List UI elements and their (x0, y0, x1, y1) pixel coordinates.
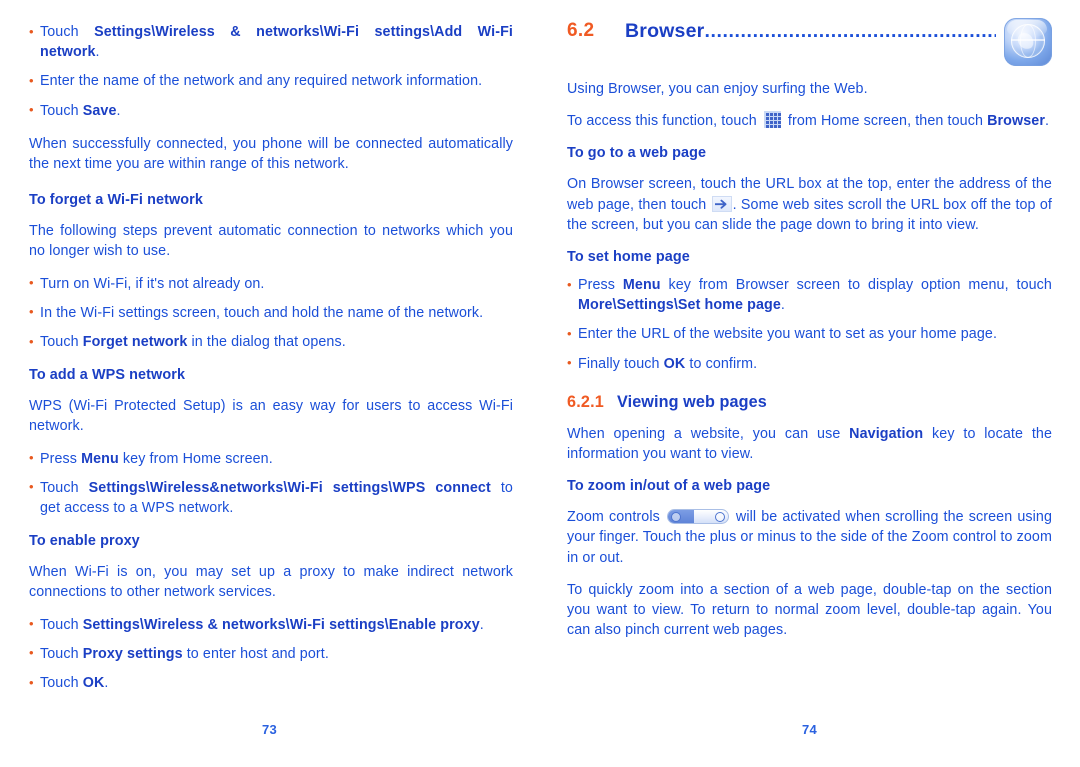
paragraph-goto: On Browser screen, touch the URL box at … (567, 174, 1052, 235)
subsection-heading-viewing-web-pages: 6.2.1 Viewing web pages (567, 393, 1052, 412)
list-item: Touch Save. (29, 100, 513, 121)
paragraph-access: To access this function, touch from Home… (567, 111, 1052, 131)
bullet-tail: to enter host and port. (182, 645, 329, 662)
bullet-bold: Menu (622, 277, 661, 294)
zoom-control-slider-icon[interactable] (666, 509, 729, 525)
bullet-text: Touch (40, 675, 83, 692)
bullet-tail: in the dialog that opens. (187, 334, 346, 351)
bullet-text: Touch (40, 616, 83, 633)
browser-globe-icon (1004, 18, 1052, 66)
section-title: Browser (625, 20, 705, 42)
bullet-bold: OK (82, 675, 105, 692)
bullet-bold: Proxy settings (82, 645, 183, 662)
zoom-in-icon[interactable] (714, 512, 725, 523)
bullet-mid: key from Browser screen to display optio… (660, 277, 1052, 294)
right-column-content: 6.2 Browser ............................… (567, 18, 1052, 640)
access-text-mid: from Home screen, then touch (783, 113, 988, 130)
list-item: In the Wi-Fi settings screen, touch and … (29, 302, 513, 323)
list-item: Enter the URL of the website you want to… (567, 324, 1052, 344)
section-icon-wrap (996, 18, 1052, 66)
paragraph-forget: The following steps prevent automatic co… (29, 223, 513, 260)
access-bold: Browser (987, 113, 1045, 130)
list-item: Touch OK. (29, 673, 513, 693)
bullet-text: Touch (40, 645, 83, 662)
heading-enable-proxy: To enable proxy (29, 533, 140, 550)
go-arrow-icon (711, 195, 732, 212)
bullet-tail: . (95, 44, 100, 61)
list-item: Press Menu key from Browser screen to di… (567, 275, 1052, 315)
paragraph-zoom-2: To quickly zoom into a section of a web … (567, 581, 1052, 639)
page-left: Touch Settings\Wireless & networks\Wi-Fi… (0, 0, 540, 767)
bullet-text: Press (578, 277, 623, 294)
bullet-bold: Menu (81, 450, 119, 467)
heading-add-wps: To add a WPS network (29, 367, 186, 384)
bullet-text: Touch (40, 479, 89, 496)
bullet-bold: Forget network (82, 334, 188, 351)
list-item: Touch Forget network in the dialog that … (29, 332, 513, 352)
bullet-tail: . (479, 616, 484, 633)
bullet-bold: Save (82, 102, 117, 119)
list-item: Turn on Wi-Fi, if it's not already on. (29, 273, 513, 294)
heading-forget-wifi: To forget a Wi-Fi network (29, 192, 203, 209)
bullet-tail: . (116, 102, 121, 119)
list-item: Press Menu key from Home screen. (29, 448, 513, 469)
viewing-bold: Navigation (849, 425, 924, 442)
bullet-text: Turn on Wi-Fi, if it's not already on. (40, 275, 265, 292)
paragraph-viewing: When opening a website, you can use Navi… (567, 424, 1052, 464)
bullet-text: Touch (40, 102, 83, 119)
bullet-tail: to confirm. (685, 355, 758, 372)
paragraph-connected: When successfully connected, you phone w… (29, 135, 513, 173)
bullet-text: Finally touch (578, 355, 664, 372)
heading-zoom-in-out: To zoom in/out of a web page (567, 478, 771, 495)
left-column-content: Touch Settings\Wireless & networks\Wi-Fi… (29, 21, 513, 702)
paragraph-wps: WPS (Wi-Fi Protected Setup) is an easy w… (29, 398, 513, 435)
page-number-right: 74 (802, 722, 818, 737)
paragraph-proxy: When Wi-Fi is on, you may set up a proxy… (29, 564, 513, 601)
bullet-bold: Settings\Wireless & networks\Wi-Fi setti… (40, 24, 513, 61)
bullet-tail: key from Home screen. (118, 450, 273, 467)
list-item: Touch Settings\Wireless & networks\Wi-Fi… (29, 614, 513, 635)
list-item: Enter the name of the network and any re… (29, 71, 513, 91)
bullet-tail: . (780, 297, 785, 314)
bullet-tail: . (104, 675, 109, 692)
section-heading-browser: 6.2 Browser ............................… (567, 18, 1052, 66)
page-right: 6.2 Browser ............................… (540, 0, 1080, 767)
bullet-text: Touch (40, 334, 83, 351)
bullet-text: Press (40, 450, 82, 467)
section-number: 6.2 (567, 20, 595, 41)
list-item: Touch Settings\Wireless&networks\Wi-Fi s… (29, 477, 513, 518)
bullet-bold: Settings\Wireless&networks\Wi-Fi setting… (88, 479, 491, 496)
bullet-text: Enter the name of the network and any re… (40, 73, 483, 90)
access-text-pre: To access this function, touch (567, 113, 761, 130)
bullet-text: Enter the URL of the website you want to… (578, 326, 998, 343)
list-item: Finally touch OK to confirm. (567, 353, 1052, 374)
page-number-left: 73 (262, 722, 278, 737)
paragraph-zoom: Zoom controls will be activated when scr… (567, 507, 1052, 568)
paragraph-intro: Using Browser, you can enjoy surfing the… (567, 81, 868, 97)
bullet-text: Touch (40, 24, 95, 40)
access-tail: . (1045, 113, 1050, 130)
subsection-number: 6.2.1 (567, 392, 605, 411)
list-item: Touch Settings\Wireless & networks\Wi-Fi… (29, 21, 513, 62)
subsection-title: Viewing web pages (617, 392, 767, 411)
bullet-bold-2: More\Settings\Set home page (578, 297, 781, 314)
viewing-pre: When opening a website, you can use (567, 425, 850, 442)
list-item: Touch Proxy settings to enter host and p… (29, 643, 513, 664)
bullet-bold: Settings\Wireless & networks\Wi-Fi setti… (82, 616, 480, 633)
zoom-pre: Zoom controls (567, 509, 665, 526)
bullet-bold: OK (663, 355, 686, 372)
leader-dots: ........................................… (704, 20, 996, 42)
heading-go-to-web-page: To go to a web page (567, 145, 707, 162)
heading-set-home-page: To set home page (567, 249, 690, 266)
app-launcher-grid-icon (763, 111, 781, 129)
bullet-text: In the Wi-Fi settings screen, touch and … (40, 304, 484, 321)
